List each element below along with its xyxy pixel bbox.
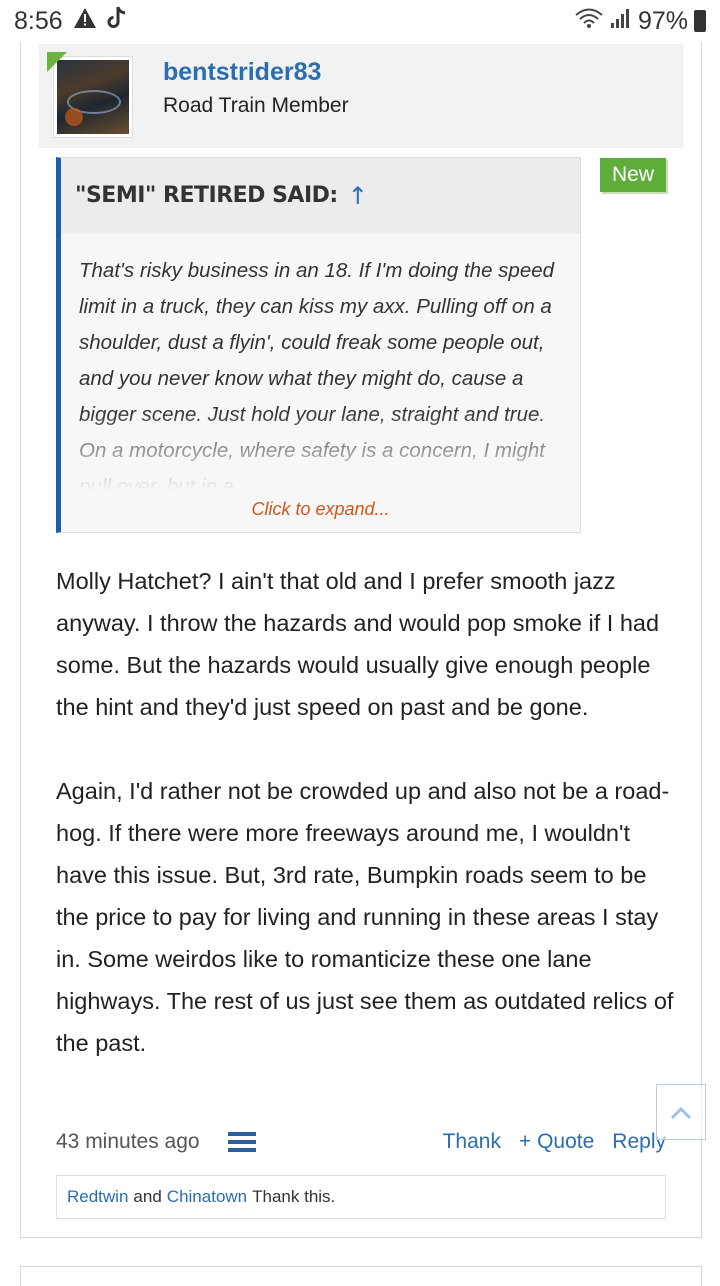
signal-icon bbox=[610, 7, 632, 36]
next-post-card bbox=[20, 1266, 702, 1286]
username-link[interactable]: bentstrider83 bbox=[163, 58, 321, 87]
status-bar: 8:56 97% bbox=[0, 0, 720, 42]
likes-suffix: Thank this. bbox=[252, 1187, 336, 1206]
arrow-up-icon[interactable]: ↑ bbox=[348, 182, 368, 210]
scroll-to-top-button[interactable] bbox=[656, 1084, 706, 1140]
click-to-expand-link[interactable]: Click to expand... bbox=[61, 499, 580, 520]
quote-header[interactable]: "SEMI" RETIRED SAID: ↑ bbox=[61, 158, 580, 233]
quote-button[interactable]: + Quote bbox=[519, 1130, 594, 1154]
likes-conjunction: and bbox=[133, 1187, 162, 1206]
new-badge: New bbox=[600, 158, 667, 192]
post-footer: 43 minutes ago Thank + Quote Reply bbox=[56, 1122, 666, 1162]
liker-link[interactable]: Chinatown bbox=[167, 1187, 247, 1207]
message-paragraph: Again, I'd rather not be crowded up and … bbox=[56, 778, 674, 1056]
quote-block: "SEMI" RETIRED SAID: ↑ That's risky busi… bbox=[56, 157, 581, 533]
wifi-icon bbox=[574, 7, 604, 36]
battery-icon bbox=[694, 10, 706, 32]
message-body: Molly Hatchet? I ain't that old and I pr… bbox=[56, 560, 676, 1064]
chevron-up-icon bbox=[669, 1097, 693, 1128]
user-title: Road Train Member bbox=[163, 94, 349, 117]
likes-bar: Redtwin and Chinatown Thank this. bbox=[56, 1175, 666, 1219]
status-time: 8:56 bbox=[14, 6, 63, 35]
menu-icon[interactable] bbox=[227, 1132, 256, 1152]
post-card: bentstrider83 Road Train Member New "SEM… bbox=[20, 42, 702, 1238]
quote-author: "SEMI" RETIRED SAID: bbox=[75, 183, 338, 208]
alert-icon bbox=[73, 7, 97, 36]
post-timestamp[interactable]: 43 minutes ago bbox=[56, 1130, 200, 1154]
new-post-corner-marker bbox=[47, 52, 67, 72]
avatar-image bbox=[57, 60, 129, 134]
thank-button[interactable]: Thank bbox=[443, 1130, 501, 1154]
user-block: bentstrider83 Road Train Member bbox=[39, 44, 683, 148]
message-paragraph: Molly Hatchet? I ain't that old and I pr… bbox=[56, 568, 660, 720]
liker-link[interactable]: Redtwin bbox=[67, 1187, 128, 1207]
battery-percent: 97% bbox=[637, 6, 688, 35]
post-actions: Thank + Quote Reply bbox=[443, 1130, 666, 1154]
quote-text: That's risky business in an 18. If I'm d… bbox=[61, 233, 580, 491]
tiktok-icon bbox=[107, 6, 127, 37]
